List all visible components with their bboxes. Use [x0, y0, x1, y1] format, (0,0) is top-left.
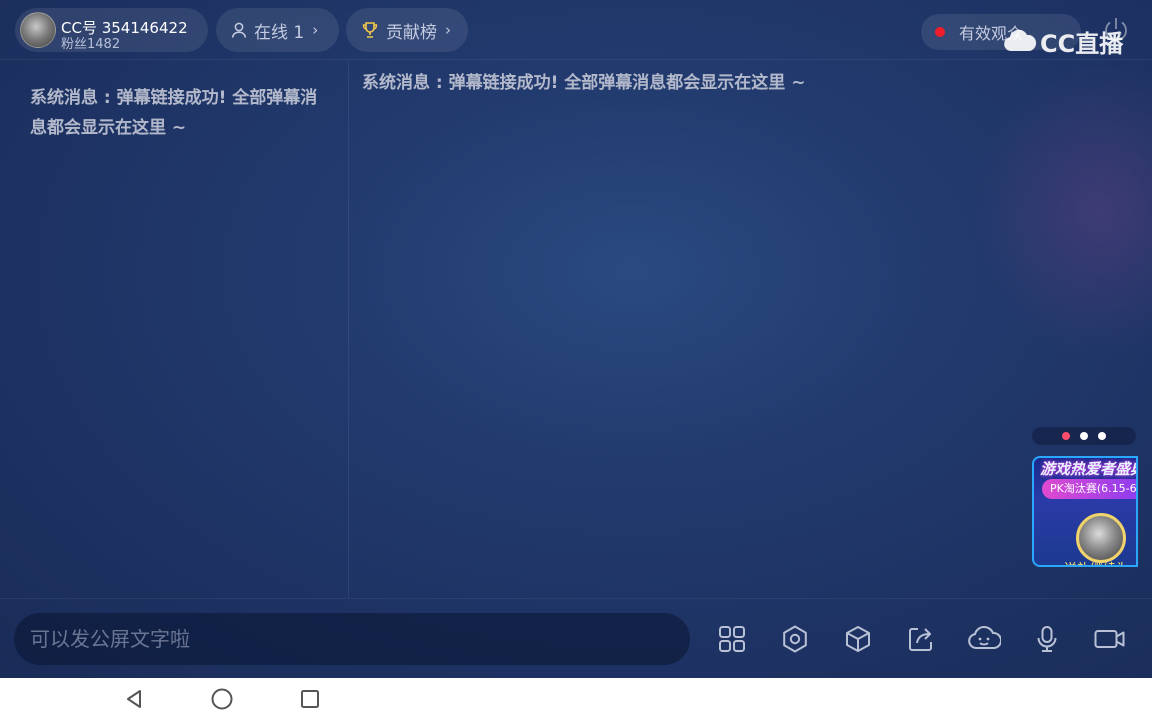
microphone-button[interactable]: [1029, 621, 1065, 657]
promo-subtitle: PK淘汰赛(6.15-6.: [1042, 479, 1136, 499]
share-button[interactable]: [903, 621, 939, 657]
person-icon: [231, 22, 247, 38]
carousel-dot: [1098, 432, 1106, 440]
back-triangle-icon: [127, 690, 141, 708]
home-circle-icon: [211, 688, 233, 710]
system-message-main: 系统消息 : 弹幕链接成功! 全部弹幕消息都会显示在这里 ~: [362, 73, 806, 93]
promo-avatar: [1076, 513, 1126, 563]
cc-live-logo: CC直播: [1002, 26, 1124, 58]
anchor-avatar[interactable]: [20, 12, 56, 48]
promo-footer: 送礼继续为: [1064, 558, 1136, 565]
top-bar: CC号 354146422 粉丝1482 在线 1 › 贡献榜 › 有效观众 C…: [0, 0, 1152, 60]
grid-icon: [719, 626, 745, 652]
bottom-toolbar: [0, 598, 1152, 678]
chevron-right-icon: ›: [445, 21, 451, 39]
online-viewers-label: 在线 1: [254, 22, 305, 43]
contribution-rank-button[interactable]: 贡献榜 ›: [346, 8, 468, 52]
camera-button[interactable]: [1092, 621, 1128, 657]
cloud-logo-icon: [1004, 29, 1037, 51]
chat-input[interactable]: [14, 613, 690, 665]
microphone-icon: [1037, 626, 1057, 652]
chevron-right-icon: ›: [312, 21, 319, 39]
home-button[interactable]: [208, 685, 236, 713]
online-viewers-button[interactable]: 在线 1 ›: [216, 8, 339, 52]
system-message: 系统消息 : 弹幕链接成功! 全部弹幕消息都会显示在这里 ~: [30, 88, 318, 138]
carousel-indicator: [1032, 427, 1136, 445]
android-nav-bar: [0, 678, 1152, 720]
contribution-rank-label: 贡献榜: [386, 22, 437, 43]
game-button[interactable]: [840, 621, 876, 657]
back-button[interactable]: [120, 685, 148, 713]
settings-icon: [783, 625, 807, 653]
carousel-dot: [1080, 432, 1088, 440]
anchor-fans-count: 粉丝1482: [61, 37, 121, 52]
carousel-dot-active: [1062, 432, 1070, 440]
logo-text: CC直播: [1040, 29, 1124, 58]
recents-button[interactable]: [296, 685, 324, 713]
emoji-cloud-icon: [968, 626, 1001, 649]
more-features-button[interactable]: [714, 621, 750, 657]
event-promo-banner[interactable]: 游戏热爱者盛典 PK淘汰赛(6.15-6. 送礼继续为: [1032, 456, 1138, 567]
emoji-button[interactable]: [966, 621, 1002, 657]
camera-icon: [1094, 630, 1125, 648]
settings-button[interactable]: [777, 621, 813, 657]
live-indicator-dot: [935, 27, 945, 37]
live-room-screen: CC号 354146422 粉丝1482 在线 1 › 贡献榜 › 有效观众 C…: [0, 0, 1152, 678]
trophy-icon: [362, 22, 378, 38]
recents-square-icon: [301, 690, 319, 708]
anchor-info[interactable]: CC号 354146422 粉丝1482: [15, 8, 208, 52]
share-icon: [909, 628, 932, 651]
left-chat-pane: 系统消息 : 弹幕链接成功! 全部弹幕消息都会显示在这里 ~: [0, 61, 349, 598]
cube-icon: [846, 626, 870, 652]
